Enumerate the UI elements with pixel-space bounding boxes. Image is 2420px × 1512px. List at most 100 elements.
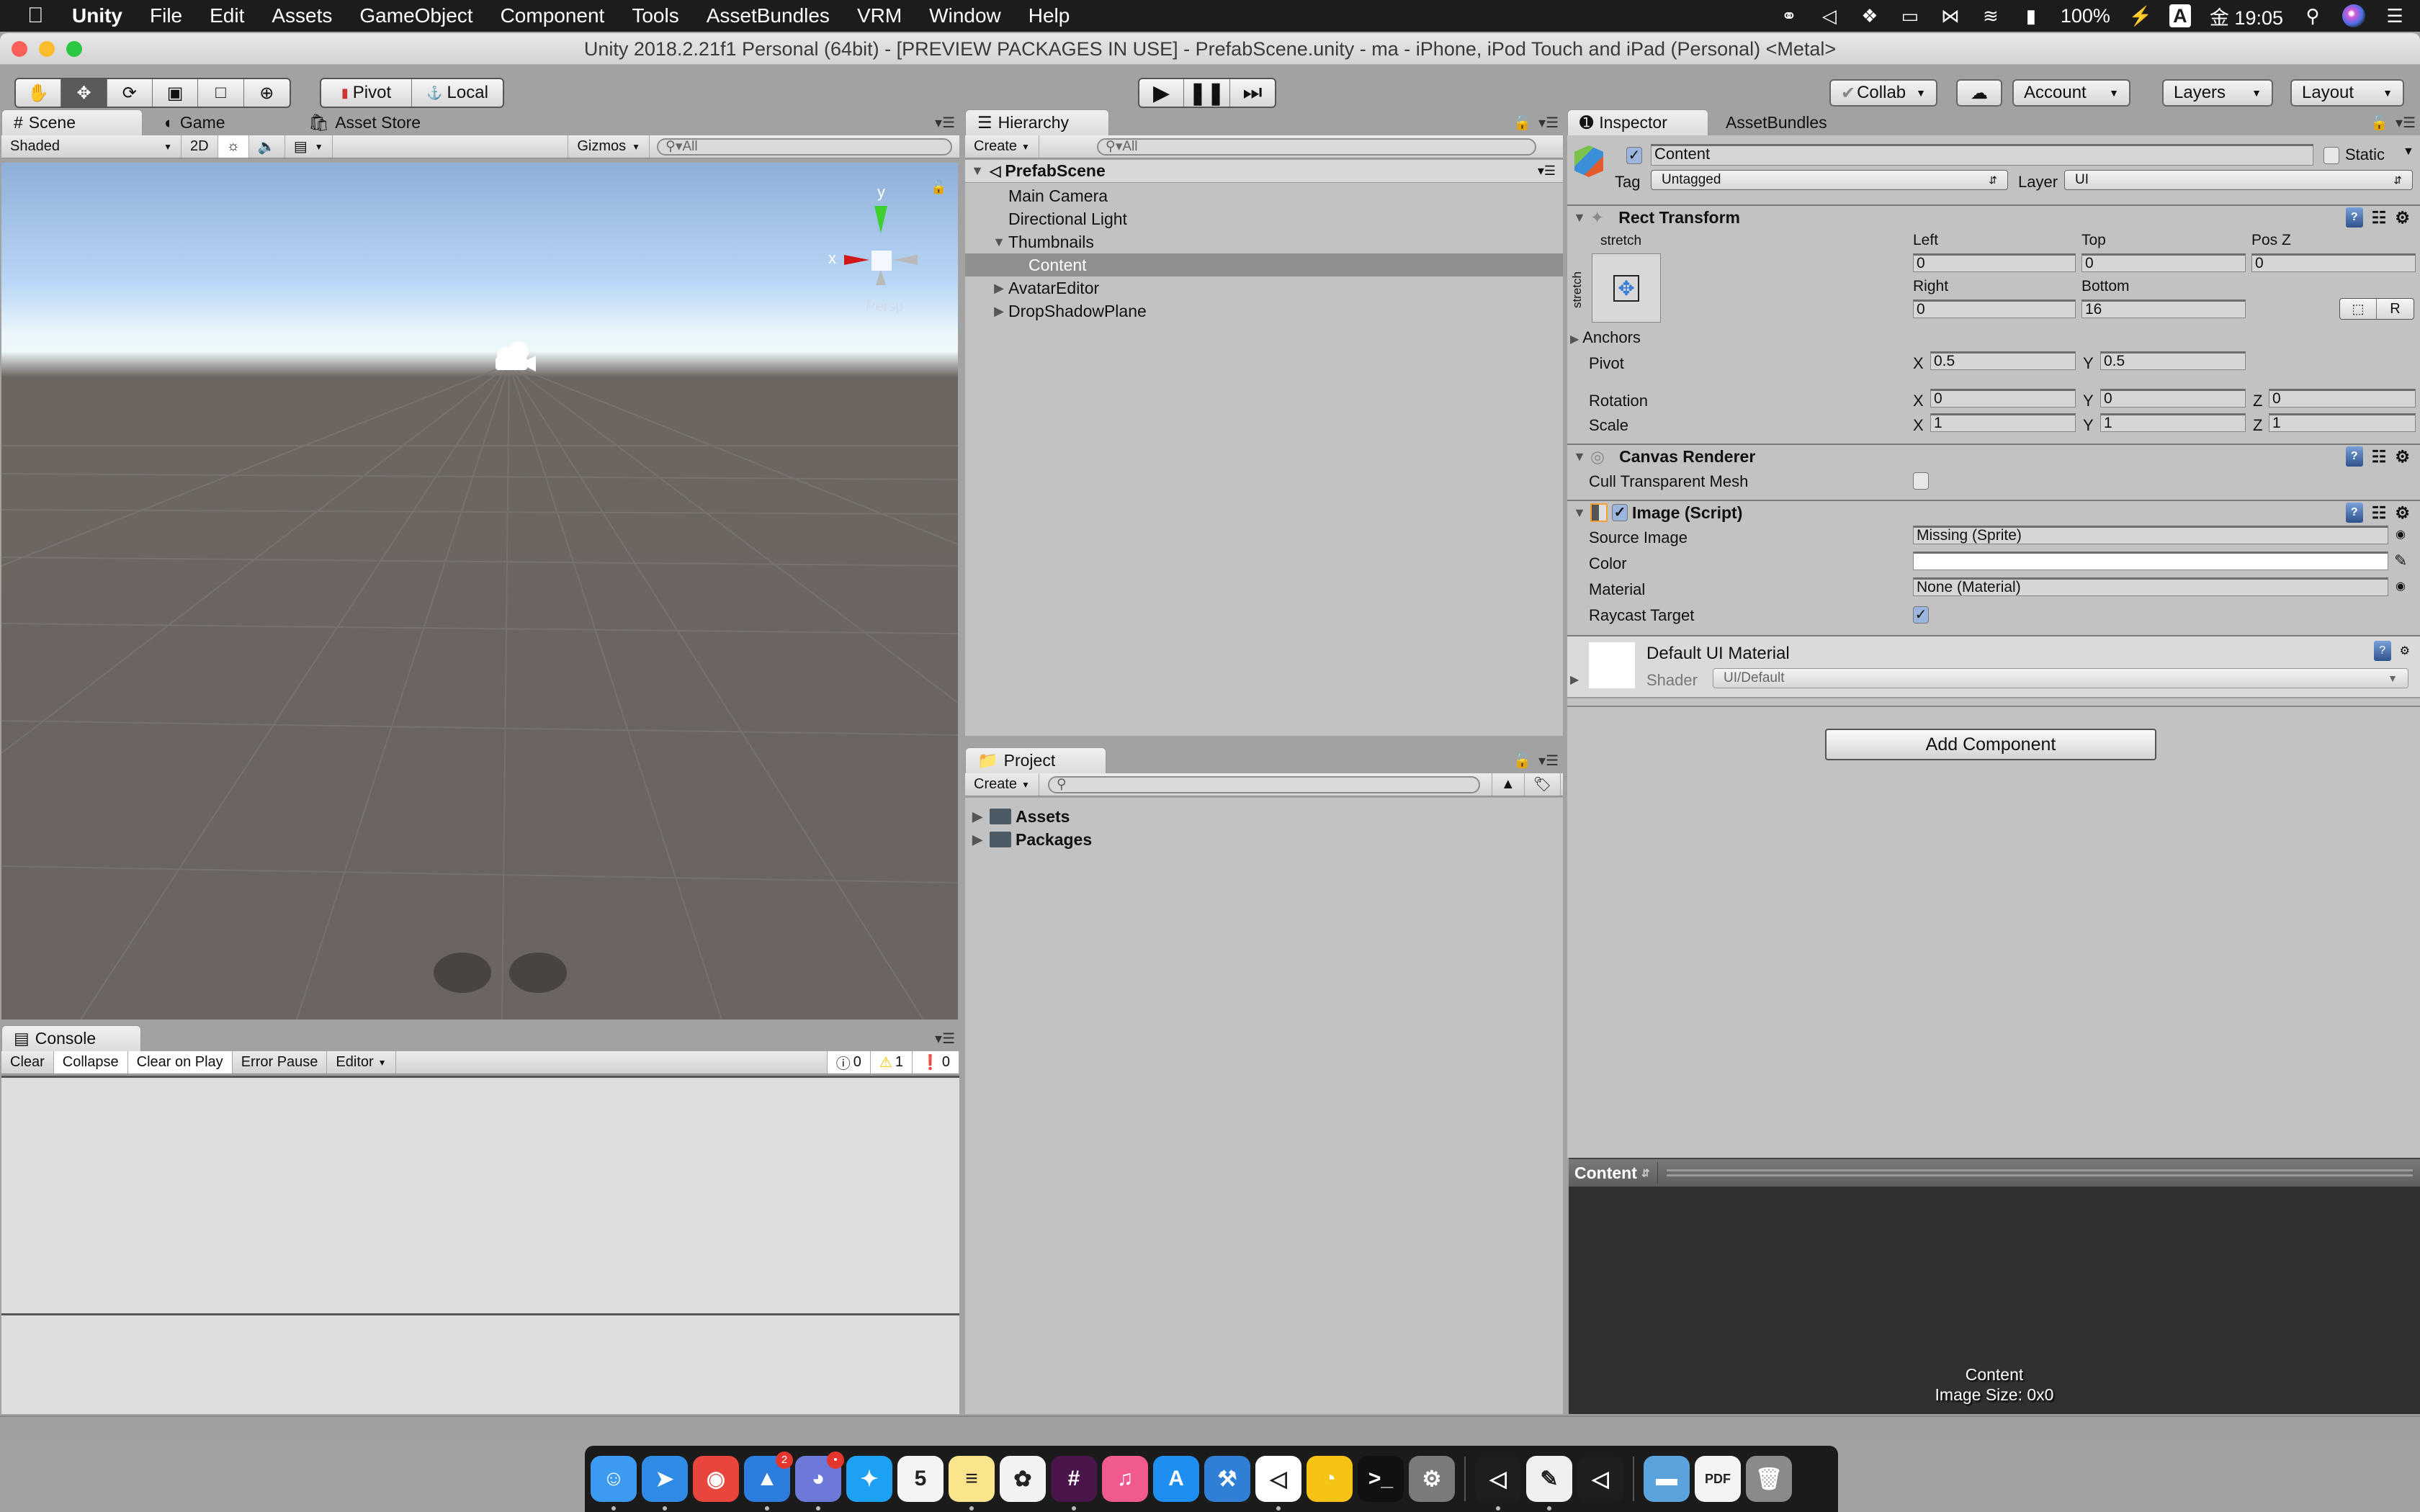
tab-asset-store[interactable]: 🛍 Asset Store — [297, 109, 432, 135]
menu-component[interactable]: Component — [501, 4, 605, 27]
error-count-toggle[interactable]: ❗ 0 — [912, 1051, 959, 1074]
pause-button[interactable]: ❚❚ — [1184, 79, 1231, 107]
hierarchy-item[interactable]: ▶ DropShadowPlane — [965, 300, 1563, 323]
preset-sliders-icon[interactable]: ☷ — [2372, 208, 2387, 228]
static-checkbox[interactable] — [2323, 147, 2339, 164]
dock-app-trash[interactable]: 🗑 — [1746, 1456, 1792, 1502]
console-error-pause-toggle[interactable]: Error Pause — [233, 1051, 328, 1074]
canvas-renderer-header[interactable]: ▼ ◎ Canvas Renderer ? ☷ ⚙ — [1567, 444, 2420, 468]
notification-center-icon[interactable]: ☰ — [2384, 5, 2406, 27]
dock-app-unity[interactable]: ◁ — [1255, 1456, 1301, 1511]
blueprint-mode-button[interactable]: ⬚ — [2340, 299, 2378, 319]
audio-toggle[interactable]: 🔈 — [249, 135, 285, 158]
tag-dropdown[interactable]: Untagged ⇵ — [1651, 170, 2008, 190]
rect-transform-header[interactable]: ▼ ✦ Rect Transform ? ☷ ⚙ — [1567, 204, 2420, 229]
hierarchy-search-input[interactable]: ⚲▾ All — [1096, 138, 1536, 156]
gear-icon[interactable]: ⚙ — [2395, 208, 2410, 228]
shader-dropdown[interactable]: UI/Default ▼ — [1713, 668, 2408, 688]
left-input[interactable]: 0 — [1913, 253, 2076, 272]
source-image-field[interactable]: Missing (Sprite) — [1913, 526, 2388, 544]
zoom-window-button[interactable] — [66, 41, 82, 57]
help-book-icon[interactable]: ? — [2345, 503, 2363, 523]
dock-app-xcode[interactable]: ⚒ — [1204, 1456, 1250, 1502]
hierarchy-create-dropdown[interactable]: Create ▼ — [965, 135, 1039, 158]
effects-dropdown[interactable]: ▤ ▼ — [285, 135, 333, 158]
dock-app-textedit[interactable]: ✎ — [1526, 1456, 1572, 1511]
dock-app-safari[interactable]: ➤ — [642, 1456, 688, 1511]
filter-by-label-button[interactable]: 🏷 — [1525, 773, 1561, 796]
dock-app-finder[interactable]: ☺ — [591, 1456, 637, 1511]
preset-sliders-icon[interactable]: ☷ — [2372, 447, 2387, 467]
info-count-toggle[interactable]: ⓘ 0 — [826, 1051, 871, 1074]
volume-icon[interactable]: ▮ — [2020, 5, 2042, 27]
panel-menu-icon[interactable]: 🔓 ▾☰ — [1513, 752, 1559, 770]
color-swatch[interactable] — [1913, 552, 2388, 570]
help-book-icon[interactable]: ? — [2373, 641, 2391, 661]
preset-sliders-icon[interactable]: ☷ — [2372, 503, 2387, 523]
scale-tool-button[interactable]: ▣ — [153, 79, 199, 107]
lock-icon[interactable]: 🔓 — [1513, 114, 1531, 132]
console-splitter[interactable] — [1, 1313, 959, 1315]
collapsed-triangle-icon[interactable]: ▶ — [991, 304, 1007, 319]
battery-icon[interactable]: ⚡ — [2129, 5, 2152, 27]
scene-viewport[interactable]: y x Persp 🔓 — [1, 163, 958, 1020]
gear-icon[interactable]: ⚙ — [2395, 447, 2410, 467]
pivot-button[interactable]: ▮ Pivot — [321, 79, 413, 107]
minimize-window-button[interactable] — [39, 41, 55, 57]
raycast-target-checkbox[interactable]: ✓ — [1913, 606, 1929, 624]
hierarchy-item[interactable]: Directional Light — [965, 207, 1563, 230]
tab-hierarchy[interactable]: ☰ Hierarchy — [965, 109, 1109, 135]
project-folder[interactable]: ▶ Assets — [965, 805, 1563, 828]
hierarchy-item-selected[interactable]: Content — [965, 253, 1563, 276]
console-editor-dropdown[interactable]: Editor ▼ — [327, 1051, 396, 1074]
account-dropdown[interactable]: Account ▼ — [2012, 79, 2130, 107]
lock-icon[interactable]: 🔓 — [2370, 114, 2388, 132]
help-book-icon[interactable]: ? — [2345, 446, 2363, 467]
scale-y-input[interactable]: 1 — [2100, 413, 2246, 432]
image-script-header[interactable]: ▼ ✓ Image (Script) ? ☷ ⚙ — [1567, 500, 2420, 524]
close-window-button[interactable] — [12, 41, 27, 57]
console-log-area[interactable] — [1, 1076, 959, 1414]
collapsed-triangle-icon[interactable]: ▶ — [991, 281, 1007, 296]
cloud-button[interactable]: ☁ — [1956, 79, 2002, 107]
pivot-y-input[interactable]: 0.5 — [2100, 351, 2246, 370]
anchors-foldout[interactable]: ▶ Anchors — [1570, 328, 1641, 347]
spotlight-search-icon[interactable]: ⚲ — [2302, 5, 2323, 27]
rotate-tool-button[interactable]: ⟳ — [107, 79, 153, 107]
step-button[interactable]: ⏭ — [1230, 79, 1275, 107]
scale-z-input[interactable]: 1 — [2269, 413, 2416, 432]
lock-icon[interactable]: 🔓 — [1513, 752, 1531, 770]
tab-console[interactable]: ▤ Console — [1, 1025, 141, 1051]
project-create-dropdown[interactable]: Create ▼ — [965, 773, 1039, 796]
collapsed-triangle-icon[interactable]: ▶ — [1570, 672, 1579, 687]
dock-app-system-preferences[interactable]: ⚙ — [1409, 1456, 1455, 1502]
hierarchy-item[interactable]: Main Camera — [965, 184, 1563, 207]
raw-edit-button[interactable]: R — [2377, 299, 2414, 319]
menu-assetbundles[interactable]: AssetBundles — [707, 4, 830, 27]
dock-app-folder[interactable]: ▬ — [1644, 1456, 1690, 1502]
console-collapse-toggle[interactable]: Collapse — [53, 1051, 128, 1074]
gameobject-cube-icon[interactable] — [1574, 145, 1603, 177]
collapsed-triangle-icon[interactable]: ▶ — [969, 809, 985, 824]
scene-menu-icon[interactable]: ▾☰ — [1538, 163, 1556, 179]
tab-scene[interactable]: # Scene — [1, 109, 143, 135]
scene-search-input[interactable]: ⚲▾ All — [657, 138, 952, 156]
dock-app-calendar[interactable]: 5 — [897, 1456, 944, 1502]
gear-icon[interactable]: ⚙ — [2395, 503, 2410, 523]
airplay-icon[interactable]: ▭ — [1899, 5, 1921, 27]
wifi-icon[interactable]: ≋ — [1980, 5, 2002, 27]
dock-app-spark[interactable]: ▲ 2 — [744, 1452, 793, 1511]
gizmos-dropdown[interactable]: Gizmos ▼ — [568, 135, 650, 158]
right-input[interactable]: 0 — [1913, 300, 2076, 318]
lock-icon[interactable]: 🔓 — [931, 179, 946, 194]
help-book-icon[interactable]: ? — [2345, 207, 2363, 228]
hierarchy-scene-row[interactable]: ▼ ◁ PrefabScene ▾☰ — [965, 160, 1563, 183]
add-component-button[interactable]: Add Component — [1825, 729, 2156, 760]
bluetooth-icon[interactable]: ⋈ — [1940, 5, 1961, 27]
tab-assetbundles[interactable]: AssetBundles — [1714, 109, 1839, 135]
menu-assets[interactable]: Assets — [272, 4, 332, 27]
layers-dropdown[interactable]: Layers ▼ — [2162, 79, 2273, 107]
apple-logo-icon[interactable]:  — [27, 4, 49, 28]
clock[interactable]: 金 19:05 — [2210, 2, 2283, 30]
expanded-triangle-icon[interactable]: ▼ — [1572, 505, 1587, 521]
